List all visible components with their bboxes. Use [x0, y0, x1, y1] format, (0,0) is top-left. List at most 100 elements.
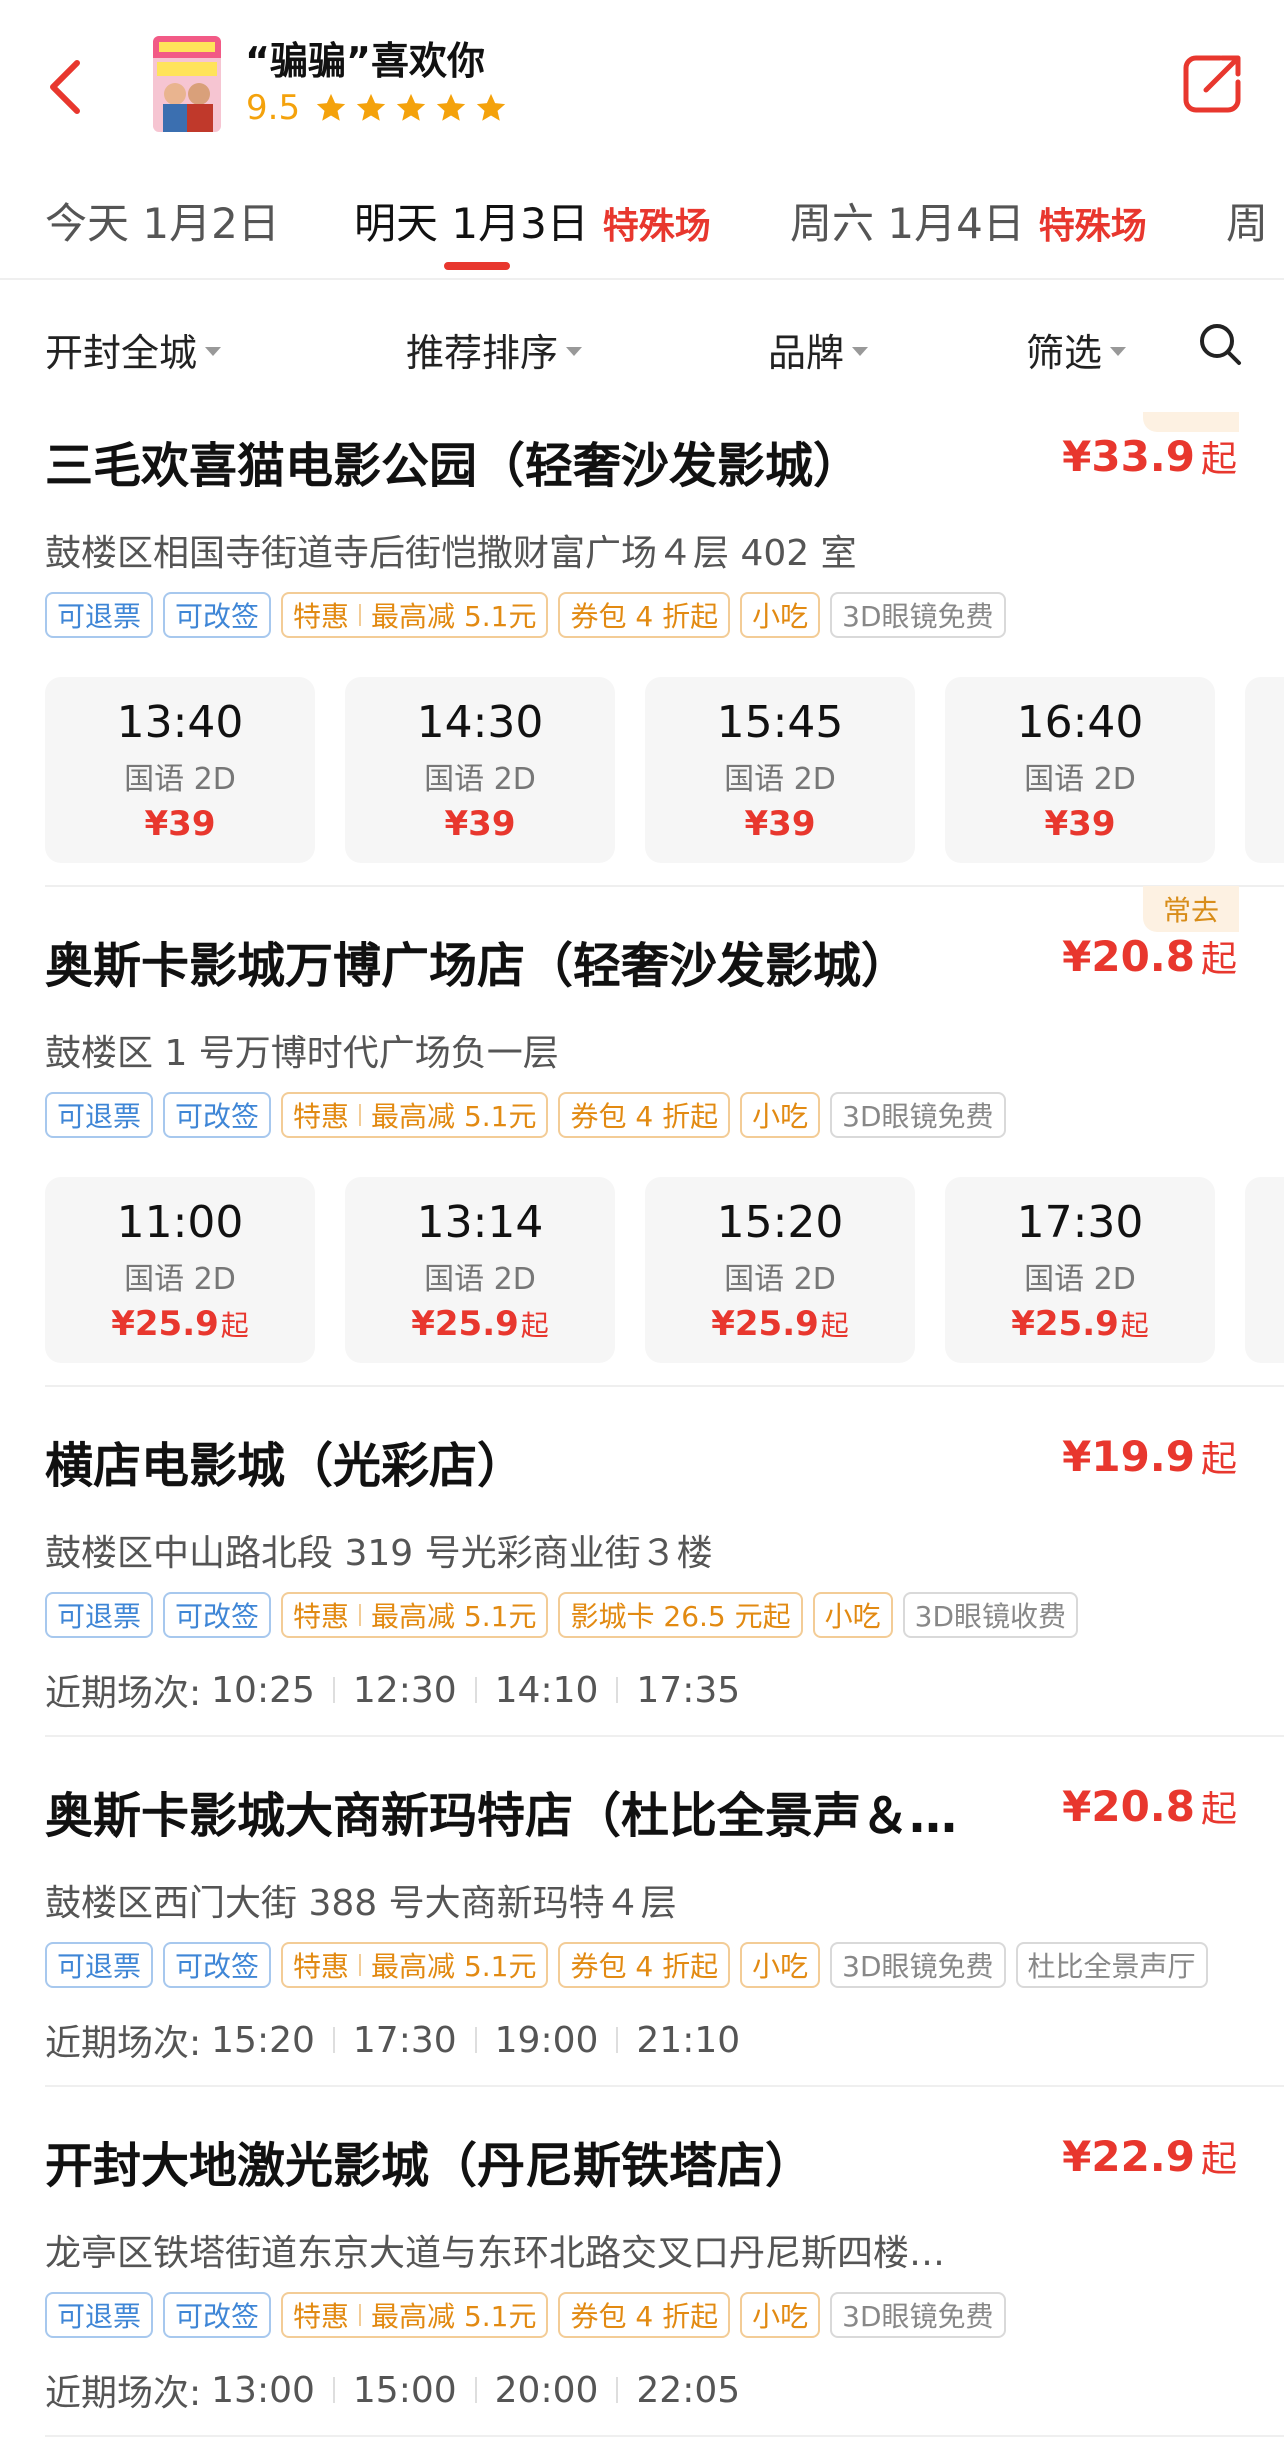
back-button[interactable]	[40, 52, 90, 122]
deal-tag: 特惠 最高减 5.1元	[281, 592, 549, 638]
recent-time: 20:00	[494, 2369, 599, 2411]
showtime-time: 13:14	[416, 1196, 544, 1248]
top-bar: “骗骗”喜欢你 9.5	[0, 0, 1284, 170]
movie-poster[interactable]	[153, 36, 221, 132]
showtime-row: 13:40 国语 2D ¥39 14:30 国语 2D ¥39 15:45 国语…	[45, 677, 1284, 863]
showtime-card[interactable]: 16:40 国语 2D ¥39	[945, 677, 1215, 863]
filter-label: 筛选	[1026, 331, 1103, 375]
showtime-format: 国语 2D	[1024, 761, 1136, 797]
sort-filter[interactable]: 推荐排序	[406, 322, 583, 377]
share-button[interactable]	[1180, 50, 1246, 116]
deal-tag: 特惠 最高减 5.1元	[281, 1592, 549, 1638]
showtime-card[interactable]: 13:14 国语 2D ¥25.9起	[345, 1177, 615, 1363]
showtime-card[interactable]: 15:45 国语 2D ¥39	[645, 677, 915, 863]
showtime-card-partial[interactable]	[1245, 677, 1284, 863]
brand-filter[interactable]: 品牌	[768, 322, 869, 377]
change-tag: 可改签	[163, 1592, 272, 1638]
recent-time: 12:30	[352, 1669, 457, 1711]
list-divider	[45, 1735, 1284, 1737]
cinema-card[interactable]: 横店电影城（光彩店） ¥19.9 起 鼓楼区中山路北段 319 号光彩商业街３楼…	[45, 1426, 1284, 1746]
showtime-card[interactable]: 11:00 国语 2D ¥25.9起	[45, 1177, 315, 1363]
showtime-price: ¥25.9起	[111, 1304, 249, 1344]
showtime-card[interactable]: 17:30 国语 2D ¥25.9起	[945, 1177, 1215, 1363]
tab-today[interactable]: 今天 1月2日	[45, 190, 280, 251]
showtime-time: 17:30	[1016, 1196, 1144, 1248]
caret-down-icon	[852, 347, 869, 356]
cinema-address: 鼓楼区西门大街 388 号大商新玛特４层	[45, 1883, 677, 1924]
deal-label: 特惠	[293, 1600, 350, 1633]
rating-score: 9.5	[246, 88, 301, 128]
showtime-format: 国语 2D	[424, 761, 536, 797]
price-amount: ¥20.8	[1062, 1782, 1195, 1831]
price-suffix: 起	[220, 1308, 249, 1342]
deal-value: 最高减 5.1元	[371, 600, 537, 633]
search-icon	[1200, 324, 1241, 365]
showtime-price: ¥25.9起	[411, 1304, 549, 1344]
tag-row: 可退票 可改签 特惠 最高减 5.1元 券包 4 折起 小吃 3D眼镜免费	[45, 2292, 1016, 2338]
showtime-price: ¥39	[444, 803, 516, 844]
price-amount: ¥33.9	[1062, 432, 1195, 481]
recent-label: 近期场次:	[45, 2023, 202, 2064]
tag-row: 可退票 可改签 特惠 最高减 5.1元 券包 4 折起 小吃 3D眼镜免费	[45, 592, 1016, 638]
filter-bar: 开封全城 推荐排序 品牌 筛选	[0, 282, 1284, 412]
date-tabs: 今天 1月2日 明天 1月3日 特殊场 周六 1月4日 特殊场 周	[0, 170, 1284, 280]
movie-title: “骗骗”喜欢你	[245, 39, 485, 83]
3d-glasses-tag: 3D眼镜免费	[830, 2292, 1006, 2338]
coupon-pack-tag: 券包 4 折起	[558, 592, 731, 638]
cinema-card[interactable]: 奥斯卡影城大商新玛特店（杜比全景声＆… ¥20.8 起 鼓楼区西门大街 388 …	[45, 1776, 1284, 2096]
area-filter[interactable]: 开封全城	[45, 322, 222, 377]
cinema-card-tag: 影城卡 26.5 元起	[558, 1592, 803, 1638]
snack-tag: 小吃	[812, 1592, 893, 1638]
cinema-card[interactable]: 三毛欢喜猫电影公园（轻奢沙发影城） ¥33.9 起 鼓楼区相国寺街道寺后街恺撒财…	[45, 426, 1284, 896]
showtime-card[interactable]: 13:40 国语 2D ¥39	[45, 677, 315, 863]
tab-label: 周六 1月4日	[790, 199, 1025, 248]
tab-saturday[interactable]: 周六 1月4日 特殊场	[790, 190, 1147, 251]
3d-glasses-tag: 3D眼镜免费	[830, 1092, 1006, 1138]
showtime-format: 国语 2D	[724, 761, 836, 797]
cinema-card[interactable]: 开封大地激光影城（丹尼斯铁塔店） ¥22.9 起 龙亭区铁塔街道东京大道与东环北…	[45, 2126, 1284, 2443]
price-suffix: 起	[520, 1308, 549, 1342]
tab-tomorrow[interactable]: 明天 1月3日 特殊场	[354, 190, 711, 251]
tag-row: 可退票 可改签 特惠 最高减 5.1元 券包 4 折起 小吃 3D眼镜免费	[45, 1092, 1016, 1138]
cinema-name: 三毛欢喜猫电影公园（轻奢沙发影城）	[45, 438, 862, 494]
showtime-card[interactable]: 14:30 国语 2D ¥39	[345, 677, 615, 863]
cinema-address: 龙亭区铁塔街道东京大道与东环北路交叉口丹尼斯四楼…	[45, 2233, 946, 2274]
showtime-time: 13:40	[116, 696, 244, 748]
cinema-min-price: ¥19.9 起	[1062, 1430, 1237, 1482]
showtime-price: ¥39	[144, 803, 216, 844]
cinema-name: 奥斯卡影城大商新玛特店（杜比全景声＆…	[45, 1788, 958, 1844]
cinema-min-price: ¥20.8 起	[1062, 1780, 1237, 1832]
filter-label: 开封全城	[45, 331, 198, 375]
screen-filter[interactable]: 筛选	[1026, 322, 1127, 377]
showtime-time: 15:45	[716, 696, 844, 748]
recent-label: 近期场次:	[45, 1673, 202, 1714]
showtime-format: 国语 2D	[724, 1261, 836, 1297]
recent-time: 22:05	[636, 2369, 741, 2411]
cinema-card[interactable]: 奥斯卡影城万博广场店（轻奢沙发影城） ¥20.8 起 鼓楼区 1 号万博时代广场…	[45, 926, 1284, 1396]
refund-tag: 可退票	[45, 1092, 154, 1138]
showtime-card-partial[interactable]	[1245, 1177, 1284, 1363]
showtime-price: ¥25.9起	[711, 1304, 849, 1344]
star-icon	[316, 93, 346, 121]
tab-next-day[interactable]: 周	[1226, 190, 1268, 251]
recent-showtimes: 近期场次: 10:25 12:30 14:10 17:35	[45, 1664, 740, 1716]
special-screening-label: 特殊场	[602, 206, 711, 247]
recent-time: 14:10	[494, 1669, 599, 1711]
price-amount: ¥25.9	[111, 1303, 219, 1344]
snack-tag: 小吃	[740, 1092, 821, 1138]
showtime-price: ¥39	[744, 803, 816, 844]
deal-tag: 特惠 最高减 5.1元	[281, 2292, 549, 2338]
price-amount: ¥25.9	[411, 1303, 519, 1344]
coupon-pack-tag: 券包 4 折起	[558, 2292, 731, 2338]
price-suffix: 起	[1200, 1789, 1237, 1830]
showtime-format: 国语 2D	[1024, 1261, 1136, 1297]
search-button[interactable]	[1196, 320, 1244, 368]
recent-time: 13:00	[211, 2369, 315, 2411]
star-icon	[396, 93, 426, 121]
cinema-address: 鼓楼区中山路北段 319 号光彩商业街３楼	[45, 1533, 713, 1574]
showtime-card[interactable]: 15:20 国语 2D ¥25.9起	[645, 1177, 915, 1363]
price-amount: ¥22.9	[1062, 2132, 1195, 2181]
deal-tag: 特惠 最高减 5.1元	[281, 1942, 549, 1988]
cinema-name: 奥斯卡影城万博广场店（轻奢沙发影城）	[45, 938, 910, 994]
showtime-format: 国语 2D	[424, 1261, 536, 1297]
